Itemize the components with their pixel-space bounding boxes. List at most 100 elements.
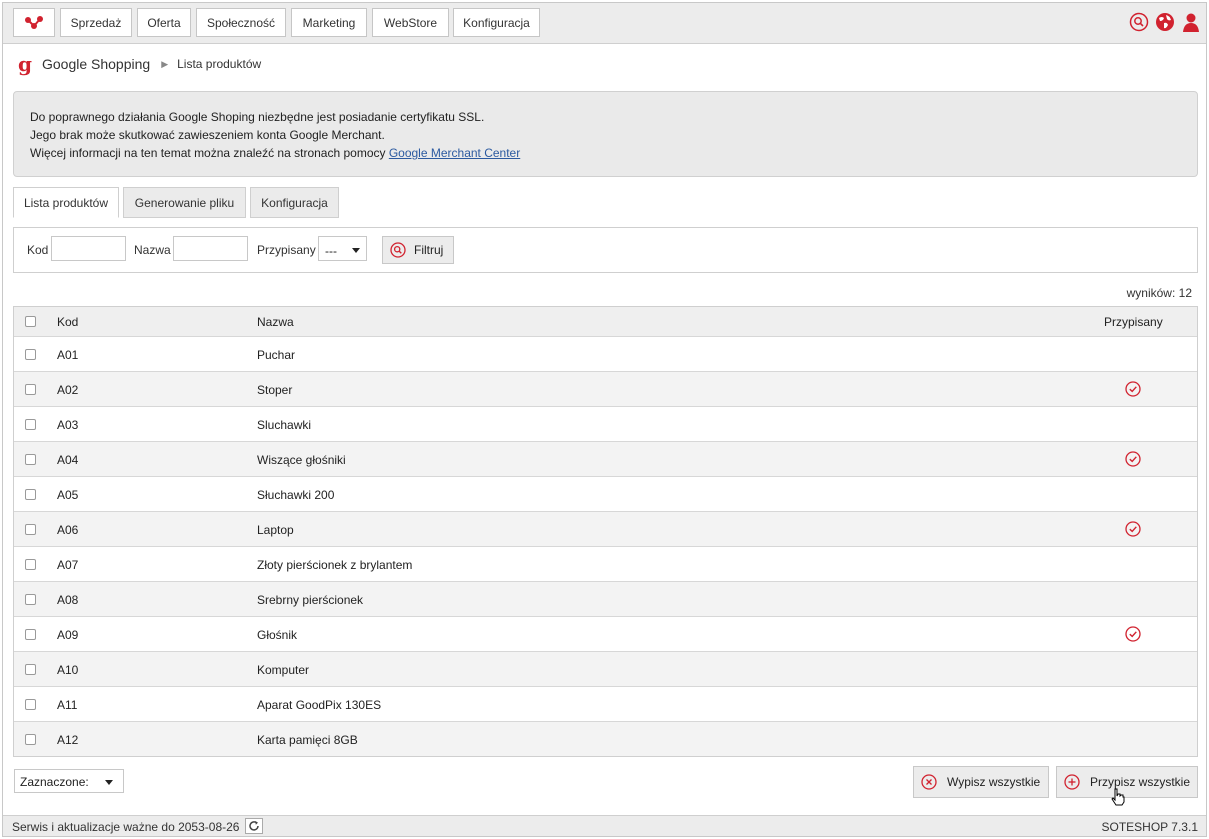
user-icon[interactable] — [1180, 11, 1202, 33]
product-name[interactable]: Puchar — [257, 348, 295, 362]
product-name[interactable]: Karta pamięci 8GB — [257, 733, 358, 747]
service-info: Serwis i aktualizacje ważne do 2053-08-2… — [12, 818, 264, 834]
row-checkbox[interactable] — [25, 629, 36, 640]
product-name[interactable]: Złoty pierścionek z brylantem — [257, 558, 412, 572]
top-navigation: Sprzedaż Oferta Społeczność Marketing We… — [3, 3, 1206, 44]
home-logo-button[interactable] — [13, 8, 55, 37]
status-footer: Serwis i aktualizacje ważne do 2053-08-2… — [3, 815, 1206, 836]
tab-generowanie-pliku[interactable]: Generowanie pliku — [123, 187, 246, 218]
assign-all-button[interactable]: Przypisz wszystkie — [1056, 766, 1198, 798]
refresh-button[interactable] — [245, 818, 264, 834]
table-row[interactable]: A02 Stoper — [14, 371, 1197, 406]
product-code: A12 — [57, 733, 79, 747]
notice-line-2: Jego brak może skutkować zawieszeniem ko… — [30, 128, 385, 142]
product-name[interactable]: Sluchawki — [257, 418, 311, 432]
product-name[interactable]: Słuchawki 200 — [257, 488, 334, 502]
breadcrumb: g Google Shopping ▶ Lista produktów — [18, 54, 261, 74]
chevron-down-icon — [105, 780, 113, 785]
tab-konfiguracja[interactable]: Konfiguracja — [250, 187, 339, 218]
search-icon — [390, 242, 406, 258]
row-checkbox[interactable] — [25, 419, 36, 430]
product-name[interactable]: Głośnik — [257, 628, 297, 642]
filter-button-label: Filtruj — [414, 243, 444, 257]
check-circle-icon[interactable] — [1125, 381, 1141, 397]
row-checkbox[interactable] — [25, 559, 36, 570]
nav-oferta[interactable]: Oferta — [137, 8, 191, 37]
service-text: Serwis i aktualizacje ważne do 2053-08-2… — [12, 820, 240, 834]
check-circle-icon[interactable] — [1125, 451, 1141, 467]
product-name[interactable]: Stoper — [257, 383, 292, 397]
row-checkbox[interactable] — [25, 349, 36, 360]
przypisany-select-value: --- — [325, 244, 337, 258]
header-przypisany[interactable]: Przypisany — [1104, 315, 1163, 329]
selected-actions-select[interactable]: Zaznaczone: — [14, 769, 124, 793]
nazwa-input[interactable] — [173, 236, 248, 261]
product-name[interactable]: Aparat GoodPix 130ES — [257, 698, 381, 712]
row-checkbox[interactable] — [25, 384, 36, 395]
table-row[interactable]: A12 Karta pamięci 8GB — [14, 721, 1197, 756]
product-code: A11 — [57, 698, 78, 712]
breadcrumb-arrow-icon: ▶ — [161, 58, 169, 69]
kod-label: Kod — [27, 243, 49, 257]
nav-sprzedaz[interactable]: Sprzedaż — [60, 8, 132, 37]
table-row[interactable]: A05 Słuchawki 200 — [14, 476, 1197, 511]
table-row[interactable]: A10 Komputer — [14, 651, 1197, 686]
table-row[interactable]: A06 Laptop — [14, 511, 1197, 546]
filter-button[interactable]: Filtruj — [382, 236, 454, 264]
merchant-center-link[interactable]: Google Merchant Center — [389, 146, 520, 160]
table-row[interactable]: A08 Srebrny pierścionek — [14, 581, 1197, 616]
table-row[interactable]: A01 Puchar — [14, 336, 1197, 371]
ssl-notice: Do poprawnego działania Google Shoping n… — [13, 91, 1198, 177]
version-text: SOTESHOP 7.3.1 — [1101, 820, 1199, 834]
top-icons — [1128, 11, 1202, 33]
product-code: A07 — [57, 558, 79, 572]
assign-all-label: Przypisz wszystkie — [1090, 775, 1191, 789]
filter-panel: Kod Nazwa Przypisany --- Filtruj — [13, 227, 1198, 273]
header-nazwa[interactable]: Nazwa — [257, 315, 294, 329]
kod-input[interactable] — [51, 236, 126, 261]
share-logo-icon — [25, 15, 43, 29]
notice-line-3: Więcej informacji na ten temat można zna… — [30, 144, 1181, 162]
row-checkbox[interactable] — [25, 699, 36, 710]
refresh-icon — [249, 821, 260, 831]
nav-konfiguracja[interactable]: Konfiguracja — [453, 8, 540, 37]
nav-spolecznosc[interactable]: Społeczność — [196, 8, 286, 37]
product-name[interactable]: Laptop — [257, 523, 294, 537]
nav-webstore[interactable]: WebStore — [372, 8, 449, 37]
select-all-checkbox[interactable] — [25, 316, 36, 327]
table-row[interactable]: A09 Głośnik — [14, 616, 1197, 651]
unassign-all-label: Wypisz wszystkie — [947, 775, 1041, 789]
row-checkbox[interactable] — [25, 524, 36, 535]
row-checkbox[interactable] — [25, 489, 36, 500]
notice-line-3-text: Więcej informacji na ten temat można zna… — [30, 146, 389, 160]
unassign-all-button[interactable]: Wypisz wszystkie — [913, 766, 1049, 798]
nav-marketing[interactable]: Marketing — [291, 8, 367, 37]
table-row[interactable]: A07 Złoty pierścionek z brylantem — [14, 546, 1197, 581]
row-checkbox[interactable] — [25, 454, 36, 465]
breadcrumb-current: Lista produktów — [177, 57, 262, 71]
product-name[interactable]: Srebrny pierścionek — [257, 593, 363, 607]
table-header: Kod Nazwa Przypisany — [14, 307, 1197, 336]
table-row[interactable]: A04 Wiszące głośniki — [14, 441, 1197, 476]
table-row[interactable]: A03 Sluchawki — [14, 406, 1197, 441]
globe-icon[interactable] — [1154, 11, 1176, 33]
product-name[interactable]: Komputer — [257, 663, 309, 677]
results-count: wyników: 12 — [1126, 286, 1192, 300]
product-code: A09 — [57, 628, 79, 642]
product-code: A10 — [57, 663, 79, 677]
breadcrumb-module[interactable]: Google Shopping — [42, 56, 150, 72]
table-row[interactable]: A11 Aparat GoodPix 130ES — [14, 686, 1197, 721]
row-checkbox[interactable] — [25, 664, 36, 675]
notice-line-1: Do poprawnego działania Google Shoping n… — [30, 110, 485, 124]
przypisany-select[interactable]: --- — [318, 236, 367, 261]
product-code: A02 — [57, 383, 79, 397]
check-circle-icon[interactable] — [1125, 626, 1141, 642]
row-checkbox[interactable] — [25, 594, 36, 605]
row-checkbox[interactable] — [25, 734, 36, 745]
check-circle-icon[interactable] — [1125, 521, 1141, 537]
tab-lista-produktow[interactable]: Lista produktów — [13, 187, 119, 218]
search-icon[interactable] — [1128, 11, 1150, 33]
product-code: A06 — [57, 523, 79, 537]
header-kod[interactable]: Kod — [57, 315, 78, 329]
product-name[interactable]: Wiszące głośniki — [257, 453, 346, 467]
